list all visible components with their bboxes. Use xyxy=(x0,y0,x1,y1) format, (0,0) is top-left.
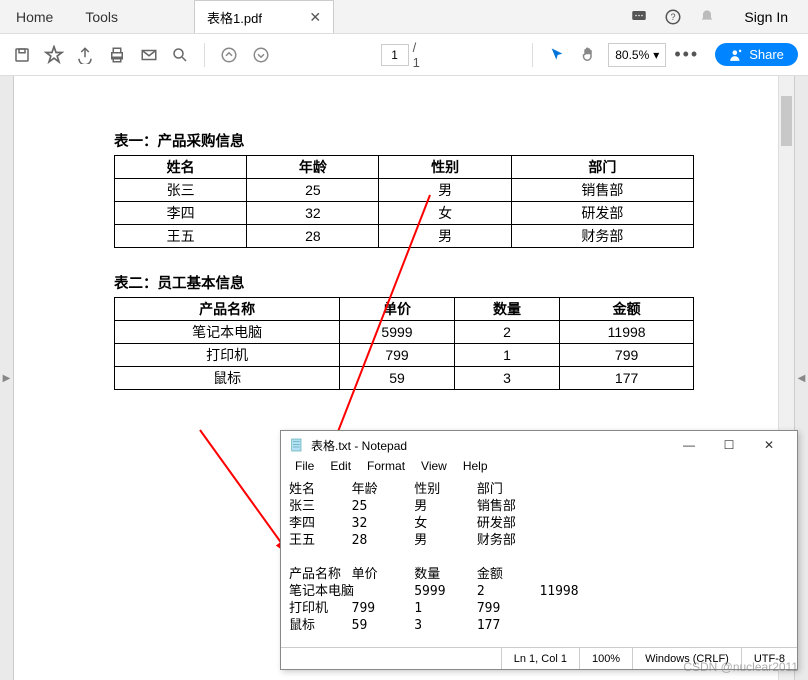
table-row: 笔记本电脑5999211998 xyxy=(115,321,694,344)
notepad-menubar: File Edit Format View Help xyxy=(281,459,797,479)
notepad-app-icon xyxy=(289,437,305,453)
page-input[interactable] xyxy=(381,44,409,66)
scroll-thumb[interactable] xyxy=(781,96,792,146)
pdf-table-1: 姓名 年龄 性别 部门 张三25男销售部 李四32女研发部 王五28男财务部 xyxy=(114,155,694,248)
table-row: 王五28男财务部 xyxy=(115,225,694,248)
page-up-icon[interactable] xyxy=(217,41,241,69)
notepad-menu-file[interactable]: File xyxy=(287,459,322,479)
page-down-icon[interactable] xyxy=(249,41,273,69)
sign-in-button[interactable]: Sign In xyxy=(724,0,808,33)
svg-text:?: ? xyxy=(671,12,676,22)
notepad-menu-help[interactable]: Help xyxy=(455,459,496,479)
table-row: 姓名 年龄 性别 部门 xyxy=(115,156,694,179)
status-zoom: 100% xyxy=(579,648,632,669)
table-row: 张三25男销售部 xyxy=(115,179,694,202)
share-label: Share xyxy=(749,47,784,62)
status-position: Ln 1, Col 1 xyxy=(501,648,579,669)
select-cursor-icon[interactable] xyxy=(545,41,569,69)
star-icon[interactable] xyxy=(42,41,66,69)
page-total: / 1 xyxy=(413,40,420,70)
chevron-right-icon: ▶ xyxy=(3,373,11,384)
table-row: 打印机7991799 xyxy=(115,344,694,367)
chevron-left-icon: ◀ xyxy=(798,373,806,384)
mail-icon[interactable] xyxy=(137,41,161,69)
menu-home[interactable]: Home xyxy=(0,0,69,33)
zoom-value: 80.5% xyxy=(615,48,649,62)
notepad-menu-view[interactable]: View xyxy=(413,459,455,479)
upload-icon[interactable] xyxy=(73,41,97,69)
hand-icon[interactable] xyxy=(577,41,601,69)
notepad-title: 表格.txt - Notepad xyxy=(311,437,407,454)
chat-icon[interactable] xyxy=(622,0,656,33)
pdf-table-2: 产品名称 单价 数量 金额 笔记本电脑5999211998 打印机7991799… xyxy=(114,297,694,390)
table-row: 鼠标593177 xyxy=(115,367,694,390)
notepad-text-area[interactable]: 姓名 年龄 性别 部门 张三 25 男 销售部 李四 32 女 研发部 王五 2… xyxy=(281,479,797,639)
search-icon[interactable] xyxy=(169,41,193,69)
notepad-menu-edit[interactable]: Edit xyxy=(322,459,359,479)
notepad-window[interactable]: 表格.txt - Notepad — ☐ ✕ File Edit Format … xyxy=(280,430,798,670)
minimize-button[interactable]: — xyxy=(669,432,709,458)
table-row: 产品名称 单价 数量 金额 xyxy=(115,298,694,321)
zoom-select[interactable]: 80.5% ▾ xyxy=(608,43,666,67)
app-toolbar: / 1 80.5% ▾ ••• Share xyxy=(0,34,808,76)
print-icon[interactable] xyxy=(105,41,129,69)
maximize-button[interactable]: ☐ xyxy=(709,432,749,458)
share-button[interactable]: Share xyxy=(715,43,798,66)
pdf-page: 表一：产品采购信息 姓名 年龄 性别 部门 张三25男销售部 李四32女研发部 … xyxy=(14,76,794,420)
notepad-titlebar[interactable]: 表格.txt - Notepad — ☐ ✕ xyxy=(281,431,797,459)
table2-caption: 表二：员工基本信息 xyxy=(114,272,694,293)
help-icon[interactable]: ? xyxy=(656,0,690,33)
notepad-menu-format[interactable]: Format xyxy=(359,459,413,479)
status-encoding: UTF-8 xyxy=(741,648,797,669)
chevron-down-icon: ▾ xyxy=(653,48,659,62)
status-eol: Windows (CRLF) xyxy=(632,648,741,669)
table-row: 李四32女研发部 xyxy=(115,202,694,225)
left-pane-toggle[interactable]: ▶ xyxy=(0,76,14,680)
table1-caption: 表一：产品采购信息 xyxy=(114,130,694,151)
notepad-statusbar: Ln 1, Col 1 100% Windows (CRLF) UTF-8 xyxy=(281,647,797,669)
menu-tools[interactable]: Tools xyxy=(69,0,134,33)
tab-title: 表格1.pdf xyxy=(207,8,262,27)
more-icon[interactable]: ••• xyxy=(674,41,699,69)
close-button[interactable]: ✕ xyxy=(749,432,789,458)
save-icon[interactable] xyxy=(10,41,34,69)
bell-icon[interactable] xyxy=(690,0,724,33)
